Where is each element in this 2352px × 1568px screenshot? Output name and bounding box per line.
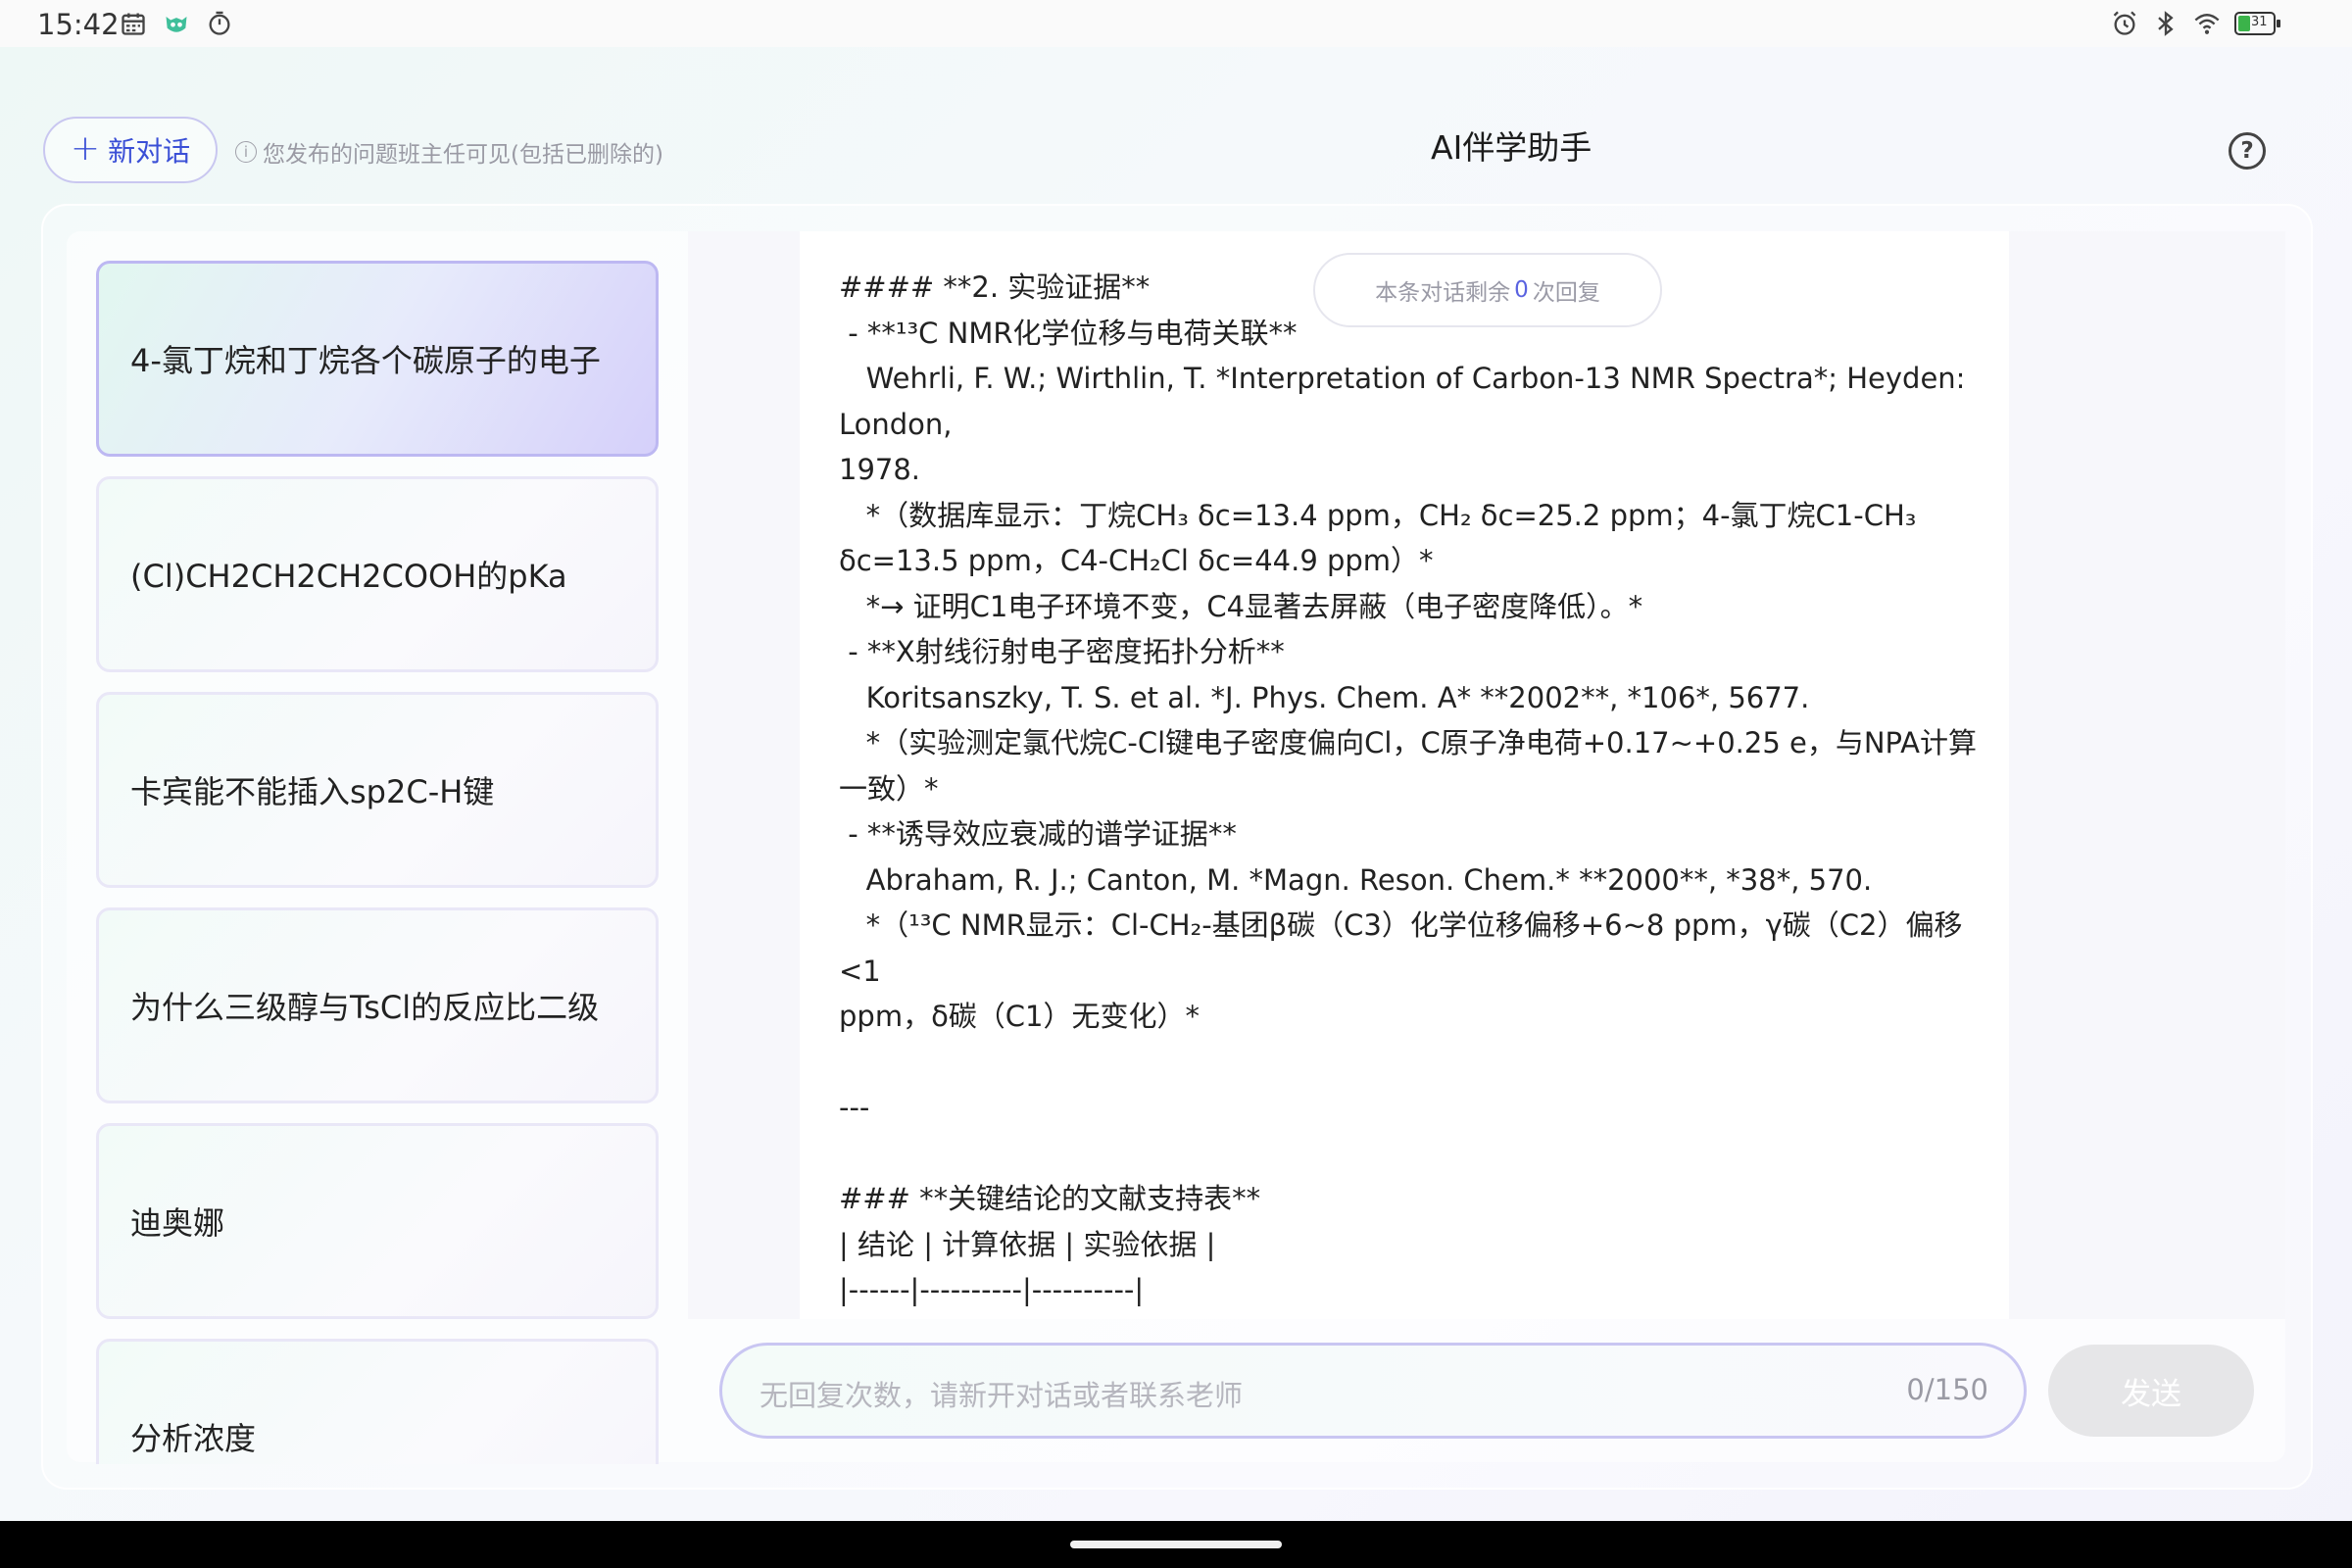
new-chat-button[interactable]: + 新对话 xyxy=(43,117,218,183)
new-chat-label: 新对话 xyxy=(108,135,191,168)
status-bar: 15:42 31 xyxy=(0,0,2352,47)
session-item[interactable]: 卡宾能不能插入sp2C-H键 xyxy=(96,692,659,888)
page-title: AI伴学助手 xyxy=(1431,128,1592,167)
message-line: Abraham, R. J.; Canton, M. *Magn. Reson.… xyxy=(839,862,1873,897)
home-indicator[interactable] xyxy=(1070,1541,1282,1548)
plus-icon: + xyxy=(70,127,101,169)
message-line: 1978. xyxy=(839,453,921,486)
message-line: ### **关键结论的文献支持表** xyxy=(839,1182,1261,1215)
alarm-icon xyxy=(2113,11,2136,35)
battery-fill xyxy=(2238,16,2250,31)
message-line: --- xyxy=(839,1091,870,1124)
session-item[interactable]: (Cl)CH2CH2CH2COOH的pKa xyxy=(96,476,659,672)
session-item-active[interactable]: 4-氯丁烷和丁烷各个碳原子的电子 xyxy=(96,261,659,457)
wifi-icon xyxy=(2194,14,2220,34)
visibility-notice: i 您发布的问题班主任可见(包括已删除的) xyxy=(235,135,663,169)
session-label: 卡宾能不能插入sp2C-H键 xyxy=(130,773,495,810)
message-line: - **X射线衍射电子密度拓扑分析** xyxy=(839,635,1285,668)
session-item[interactable]: 分析浓度 xyxy=(96,1339,659,1464)
message-line: - **诱导效应衰减的谱学证据** xyxy=(839,817,1237,851)
message-line: | **丁烷C1电荷≈ -0.10 e** | Purvis (1982), W… xyxy=(839,1313,1985,1320)
session-item[interactable]: 迪奥娜 xyxy=(96,1123,659,1319)
session-label: 分析浓度 xyxy=(130,1420,257,1457)
status-left-icons xyxy=(120,10,233,37)
message-line xyxy=(839,1040,1985,1086)
message-input[interactable]: 无回复次数，请新开对话或者联系老师 0/150 xyxy=(719,1343,2027,1439)
remaining-suffix: 次回复 xyxy=(1532,280,1600,306)
session-label: (Cl)CH2CH2CH2COOH的pKa xyxy=(130,558,567,595)
input-placeholder: 无回复次数，请新开对话或者联系老师 xyxy=(760,1379,1244,1412)
remaining-count: 0 xyxy=(1514,277,1529,303)
message-line: *（数据库显示：丁烷CH₃ δc=13.4 ppm，CH₂ δc=25.2 pp… xyxy=(839,498,1917,532)
calendar-icon xyxy=(122,13,145,35)
message-line xyxy=(839,1131,1985,1177)
battery-level: 31 xyxy=(2251,15,2268,29)
session-item[interactable]: 为什么三级醇与TsCl的反应比二级 xyxy=(96,907,659,1103)
session-list[interactable]: 4-氯丁烷和丁烷各个碳原子的电子 (Cl)CH2CH2CH2COOH的pKa 卡… xyxy=(96,261,659,1464)
session-label: 迪奥娜 xyxy=(130,1204,225,1242)
assistant-message: #### **2. 实验证据** - **¹³C NMR化学位移与电荷关联** … xyxy=(800,231,2009,1319)
app-mascot-icon xyxy=(166,17,187,32)
message-line: 一致）* xyxy=(839,771,939,806)
message-line: ppm，δ碳（C1）无变化）* xyxy=(839,1000,1200,1033)
char-counter: 0/150 xyxy=(1906,1373,1988,1406)
message-text: #### **2. 实验证据** - **¹³C NMR化学位移与电荷关联** … xyxy=(839,265,1985,1319)
session-label: 为什么三级醇与TsCl的反应比二级 xyxy=(130,989,600,1026)
message-line: | 结论 | 计算依据 | 实验依据 | xyxy=(839,1227,1216,1261)
status-time: 15:42 xyxy=(37,8,120,41)
remaining-prefix: 本条对话剩余 xyxy=(1375,280,1511,306)
bluetooth-icon xyxy=(2158,11,2174,36)
notice-text: 您发布的问题班主任可见(包括已删除的) xyxy=(263,142,663,168)
message-line: *（¹³C NMR显示：Cl-CH₂-基团β碳（C3）化学位移偏移+6~8 pp… xyxy=(839,908,1963,988)
timer-icon xyxy=(209,11,230,35)
remaining-replies-badge: 本条对话剩余 0 次回复 xyxy=(1313,253,1662,327)
message-line: Wehrli, F. W.; Wirthlin, T. *Interpretat… xyxy=(839,362,1975,441)
send-button[interactable]: 发送 xyxy=(2048,1345,2254,1437)
status-right-icons: 31 xyxy=(2111,10,2280,37)
message-line: Koritsanszky, T. S. et al. *J. Phys. Che… xyxy=(839,680,1810,714)
battery-icon: 31 xyxy=(2234,12,2280,35)
info-icon: i xyxy=(235,141,257,163)
message-line: *（实验测定氯代烷C-Cl键电子密度偏向Cl，C原子净电荷+0.17~+0.25… xyxy=(839,726,1977,760)
session-label: 4-氯丁烷和丁烷各个碳原子的电子 xyxy=(130,342,601,379)
message-line: *→ 证明C1电子环境不变，C4显著去屏蔽（电子密度降低）。* xyxy=(839,589,1643,623)
message-line: δc=13.5 ppm，C4-CH₂Cl δc=44.9 ppm）* xyxy=(839,544,1434,577)
message-line: |------|----------|----------| xyxy=(839,1273,1145,1306)
help-icon[interactable]: ? xyxy=(2229,132,2266,170)
